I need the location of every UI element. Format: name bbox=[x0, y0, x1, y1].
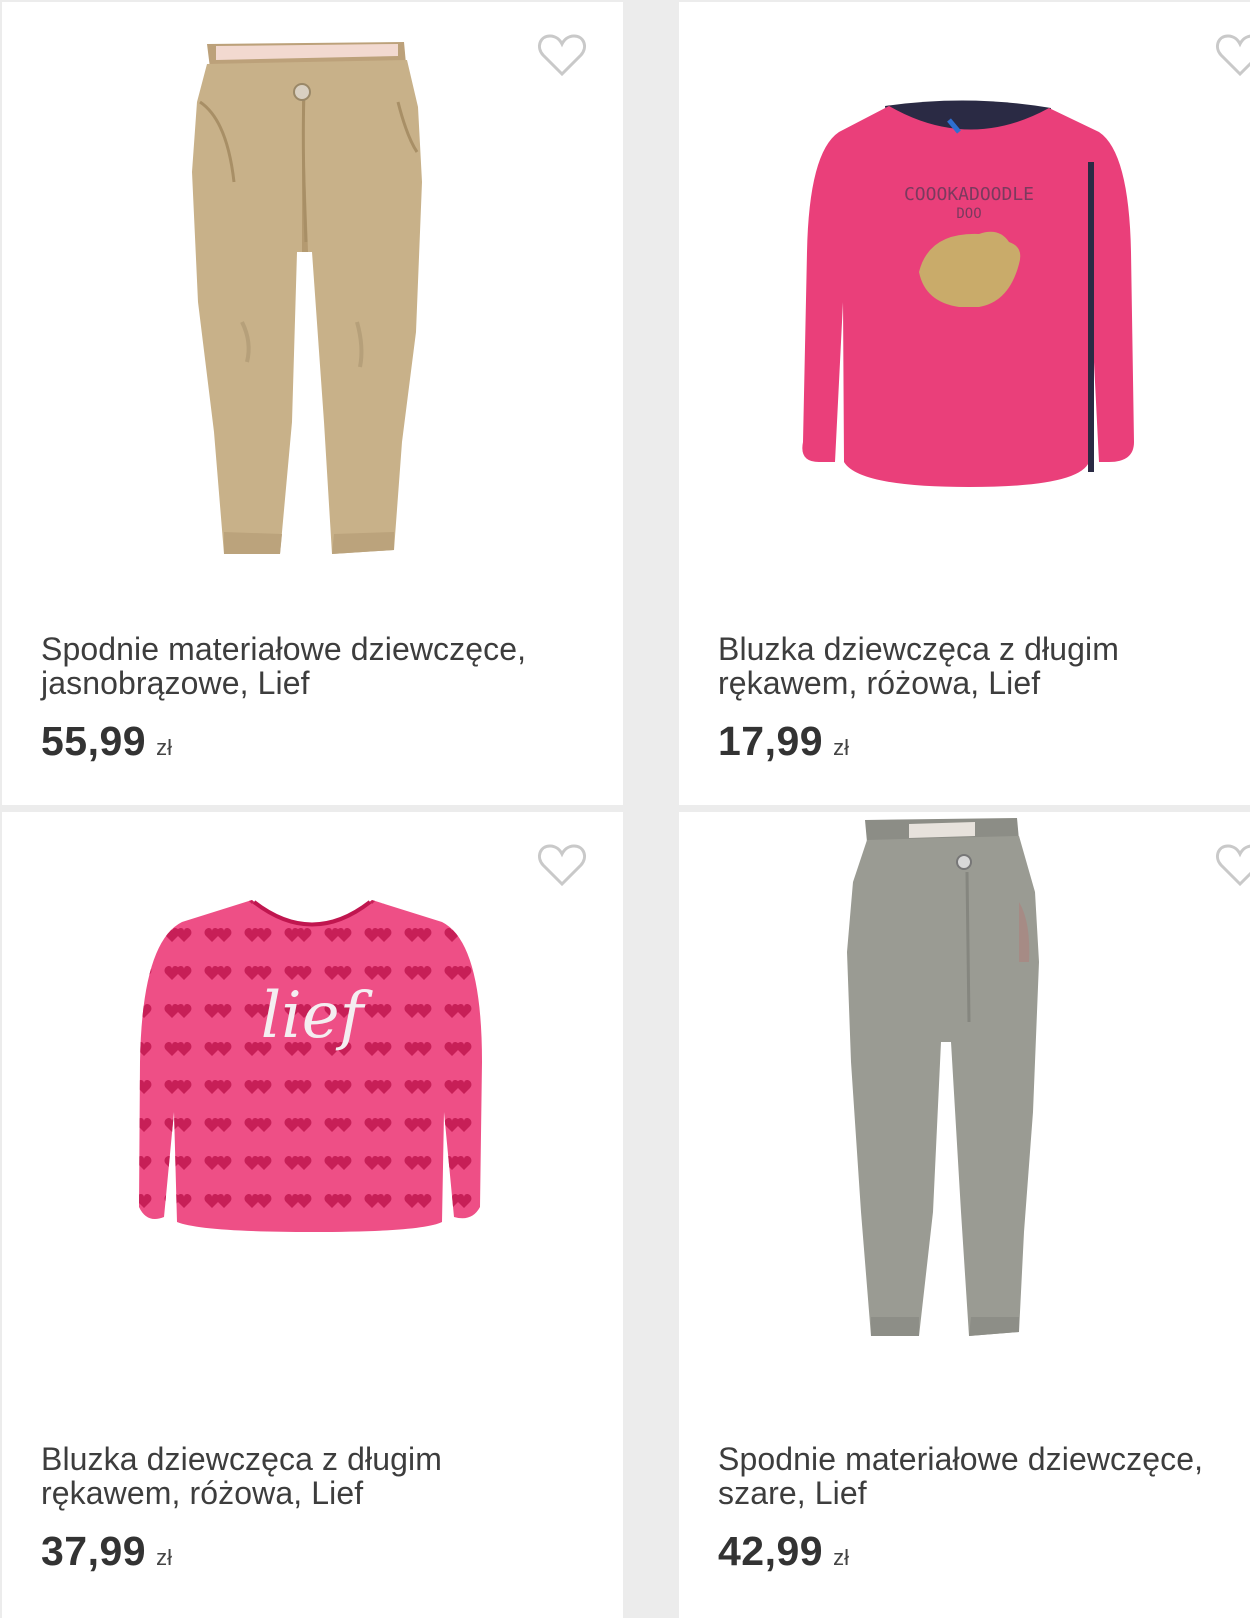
price-currency: zł bbox=[156, 1545, 172, 1570]
price-currency: zł bbox=[833, 1545, 849, 1570]
product-image-grey-pants[interactable] bbox=[679, 812, 1250, 1412]
product-grid: Spodnie materiałowe dziewczęce, jasnobrą… bbox=[0, 0, 1250, 1618]
heart-outline-icon[interactable] bbox=[537, 842, 587, 888]
rooster-print-text-1: COOOKADOODLE bbox=[904, 184, 1034, 205]
product-image-pink-shirt-rooster[interactable]: COOOKADOODLE DOO bbox=[679, 2, 1250, 602]
hearts-print-text: lief bbox=[261, 979, 374, 1053]
price-value: 37,99 bbox=[41, 1528, 147, 1574]
product-price: 37,99 zł bbox=[41, 1528, 172, 1575]
product-title[interactable]: Spodnie materiałowe dziewczęce, jasnobrą… bbox=[41, 632, 581, 700]
product-card[interactable]: COOOKADOODLE DOO Bluzka dziewczęca z dłu… bbox=[679, 2, 1250, 805]
product-price: 42,99 zł bbox=[718, 1528, 849, 1575]
product-card[interactable]: Spodnie materiałowe dziewczęce, szare, L… bbox=[679, 812, 1250, 1618]
price-currency: zł bbox=[156, 735, 172, 760]
heart-outline-icon[interactable] bbox=[1215, 842, 1250, 888]
heart-outline-icon[interactable] bbox=[537, 32, 587, 78]
product-card[interactable]: lief Bluzka dziewczęca z długim rękawem,… bbox=[2, 812, 623, 1618]
product-title[interactable]: Bluzka dziewczęca z długim rękawem, różo… bbox=[41, 1442, 581, 1510]
product-title[interactable]: Spodnie materiałowe dziewczęce, szare, L… bbox=[718, 1442, 1248, 1510]
product-price: 55,99 zł bbox=[41, 718, 172, 765]
product-image-pink-shirt-hearts[interactable]: lief bbox=[2, 812, 623, 1412]
product-price: 17,99 zł bbox=[718, 718, 849, 765]
price-value: 42,99 bbox=[718, 1528, 824, 1574]
product-image-beige-pants[interactable] bbox=[2, 2, 623, 602]
product-card[interactable]: Spodnie materiałowe dziewczęce, jasnobrą… bbox=[2, 2, 623, 805]
price-currency: zł bbox=[833, 735, 849, 760]
price-value: 55,99 bbox=[41, 718, 147, 764]
product-title[interactable]: Bluzka dziewczęca z długim rękawem, różo… bbox=[718, 632, 1248, 700]
heart-outline-icon[interactable] bbox=[1215, 32, 1250, 78]
rooster-print-text-2: DOO bbox=[956, 206, 981, 222]
price-value: 17,99 bbox=[718, 718, 824, 764]
